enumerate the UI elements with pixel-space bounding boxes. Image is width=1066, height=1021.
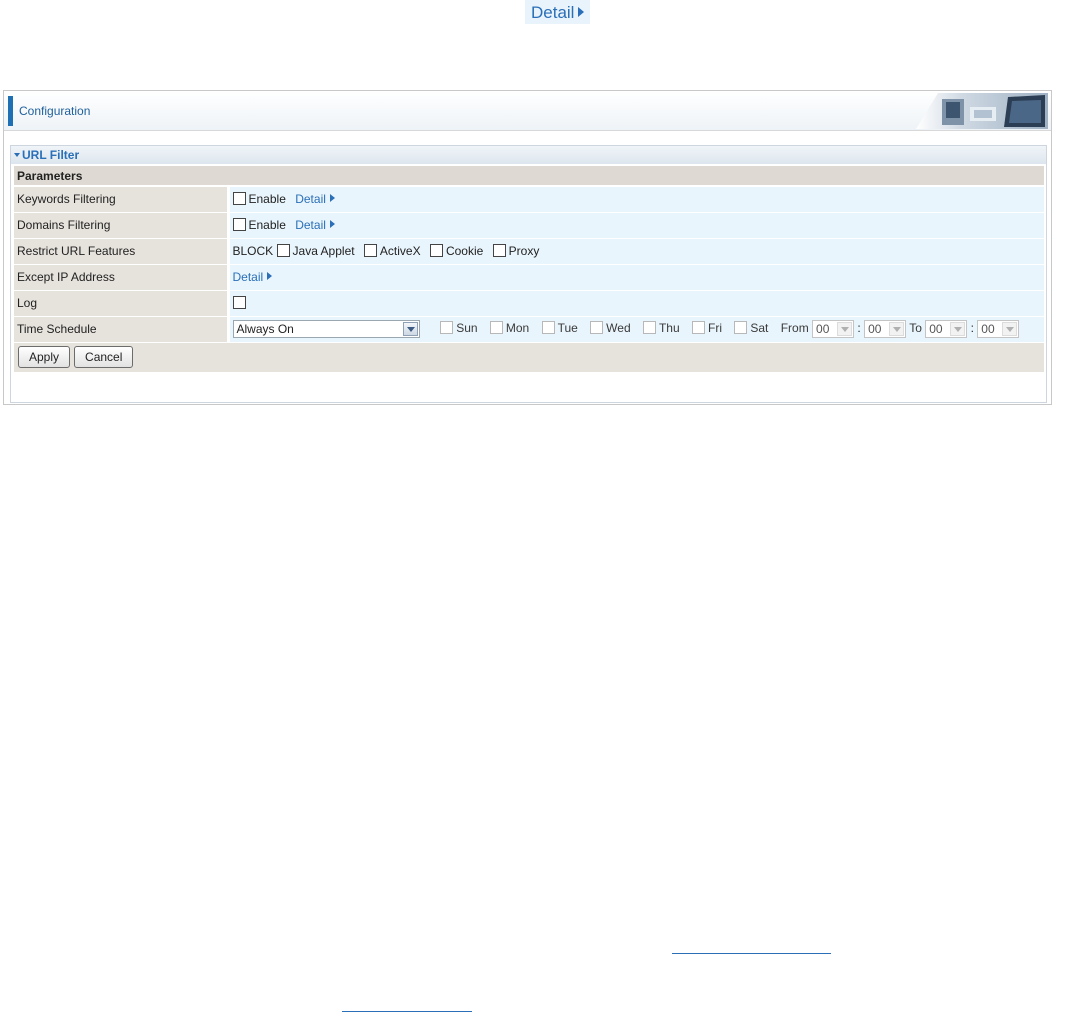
- cookie-checkbox[interactable]: [429, 244, 443, 257]
- sun-checkbox[interactable]: [440, 321, 454, 335]
- mon-label: Mon: [505, 321, 530, 336]
- top-detail-link[interactable]: Detail: [525, 0, 591, 24]
- time-schedule-selected: Always On: [236, 322, 294, 336]
- keywords-detail-link[interactable]: Detail: [295, 192, 335, 206]
- configuration-panel: Configuration URL Filter Parameters Keyw…: [3, 90, 1052, 405]
- from-minute-value: 00: [868, 322, 882, 336]
- caret-right-icon: [329, 194, 335, 203]
- activex-checkbox[interactable]: [363, 244, 377, 257]
- mon-checkbox[interactable]: [489, 321, 503, 335]
- keywords-enable-checkbox[interactable]: [232, 192, 246, 206]
- block-label: BLOCK: [232, 244, 274, 258]
- url-filter-toggle[interactable]: URL Filter: [11, 146, 1046, 164]
- chevron-down-icon: [837, 322, 853, 336]
- wed-checkbox[interactable]: [590, 321, 604, 335]
- domains-detail-link[interactable]: Detail: [295, 218, 335, 232]
- to-minute-value: 00: [981, 322, 995, 336]
- domains-filtering-row: Domains Filtering Enable Detail: [14, 212, 1044, 239]
- except-ip-detail-link[interactable]: Detail: [233, 270, 273, 284]
- caret-right-icon: [329, 220, 335, 228]
- log-row: Log: [14, 290, 1044, 317]
- keywords-filtering-row: Keywords Filtering Enable Detail: [14, 186, 1044, 213]
- cancel-button[interactable]: Cancel: [74, 346, 134, 368]
- from-label: From: [780, 321, 809, 336]
- fri-label: Fri: [708, 321, 722, 336]
- to-hour-value: 00: [929, 322, 943, 336]
- log-checkbox[interactable]: [232, 296, 246, 309]
- parameters-heading: Parameters: [14, 166, 1044, 187]
- to-hour-select[interactable]: 00: [925, 320, 968, 338]
- url-filter-section: URL Filter Parameters Keywords Filtering…: [10, 145, 1047, 403]
- proxy-label: Proxy: [508, 244, 540, 258]
- to-label: To: [909, 321, 922, 336]
- cookie-label: Cookie: [445, 244, 484, 258]
- from-hour-select[interactable]: 00: [812, 320, 855, 338]
- chevron-down-icon: [402, 322, 418, 336]
- sat-label: Sat: [750, 321, 769, 336]
- caret-right-icon: [578, 7, 585, 17]
- url-filter-title: URL Filter: [22, 148, 80, 162]
- caret-right-icon: [267, 272, 273, 280]
- from-time-separator: :: [857, 321, 861, 336]
- from-minute-select[interactable]: 00: [864, 320, 907, 338]
- keywords-enable-label: Enable: [248, 192, 286, 207]
- action-row: Apply Cancel: [14, 342, 1044, 373]
- proxy-checkbox[interactable]: [492, 244, 506, 257]
- keywords-detail-label: Detail: [295, 192, 326, 207]
- domains-enable-checkbox[interactable]: [232, 218, 246, 231]
- java-applet-label: Java Applet: [292, 244, 355, 258]
- thu-checkbox[interactable]: [642, 321, 656, 335]
- sun-label: Sun: [456, 321, 478, 336]
- domains-detail-label: Detail: [295, 218, 326, 232]
- time-schedule-row: Time Schedule Always On Sun Mon Tue Wed …: [14, 316, 1044, 343]
- from-hour-value: 00: [816, 322, 830, 336]
- parameters-table: Parameters Keywords Filtering Enable Det…: [14, 166, 1044, 373]
- sat-checkbox[interactable]: [734, 321, 748, 335]
- restrict-url-features-label: Restrict URL Features: [14, 238, 230, 265]
- activex-label: ActiveX: [379, 244, 421, 258]
- caret-down-icon: [14, 153, 20, 157]
- header-accent-bar: [8, 96, 13, 126]
- except-ip-detail-label: Detail: [232, 270, 264, 284]
- chevron-down-icon: [1002, 322, 1018, 336]
- restrict-url-features-row: Restrict URL Features BLOCK Java Applet …: [14, 238, 1044, 265]
- keywords-filtering-label: Keywords Filtering: [14, 186, 230, 213]
- except-ip-address-row: Except IP Address Detail: [14, 264, 1044, 291]
- configuration-title: Configuration: [19, 104, 91, 118]
- parameters-group-row: Parameters: [14, 166, 1044, 187]
- except-ip-address-label: Except IP Address: [14, 264, 230, 291]
- apply-button[interactable]: Apply: [18, 346, 71, 368]
- tue-checkbox[interactable]: [541, 321, 555, 335]
- to-minute-select[interactable]: 00: [977, 320, 1020, 338]
- tue-label: Tue: [557, 321, 578, 336]
- time-schedule-select[interactable]: Always On: [232, 320, 420, 338]
- domains-enable-label: Enable: [248, 218, 286, 232]
- chevron-down-icon: [950, 322, 966, 336]
- time-schedule-label: Time Schedule: [14, 316, 230, 343]
- wed-label: Wed: [606, 321, 631, 336]
- to-time-separator: :: [970, 321, 974, 336]
- header-banner-image: [916, 93, 1048, 129]
- java-applet-checkbox[interactable]: [276, 244, 290, 257]
- thu-label: Thu: [658, 321, 680, 336]
- fri-checkbox[interactable]: [692, 321, 705, 335]
- chevron-down-icon: [889, 322, 905, 336]
- hyperlink-underline[interactable]: [342, 1011, 472, 1012]
- configuration-header: Configuration: [4, 91, 1051, 131]
- hyperlink-underline[interactable]: [672, 953, 831, 954]
- domains-filtering-label: Domains Filtering: [14, 212, 230, 239]
- top-detail-label: Detail: [531, 3, 575, 22]
- log-label: Log: [14, 290, 230, 317]
